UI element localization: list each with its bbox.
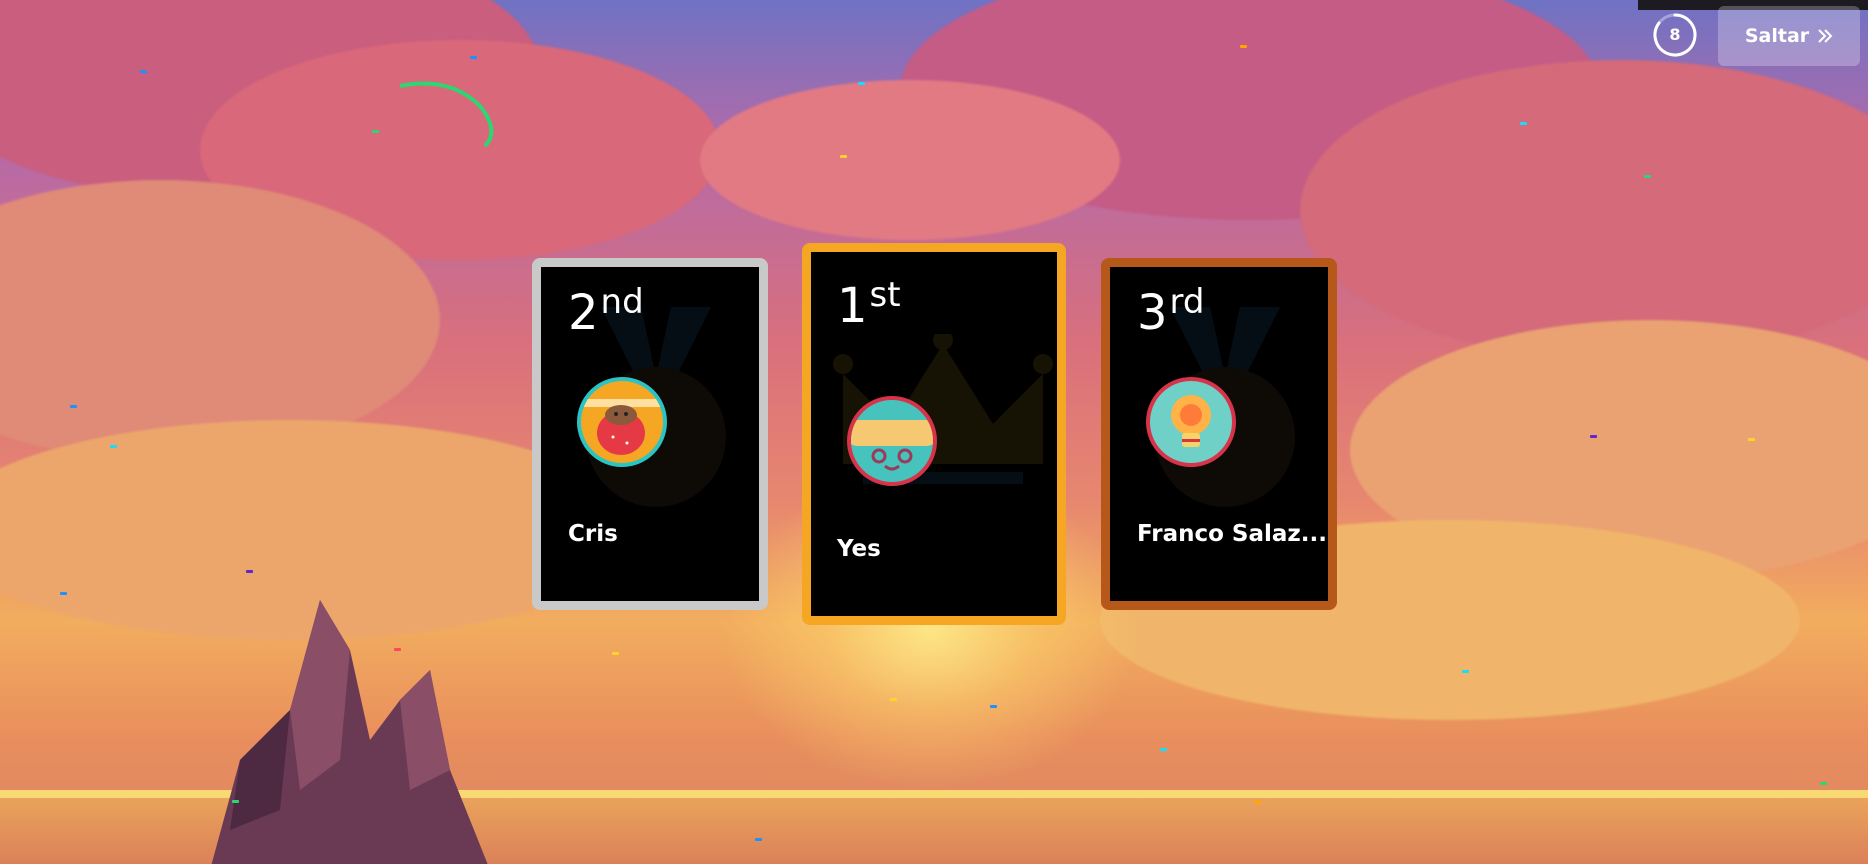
confetti-piece: [1160, 748, 1167, 751]
player-name: Franco Salaz...: [1137, 521, 1328, 547]
rank-number: 2: [568, 285, 599, 341]
lightbulb-avatar-icon: [1171, 395, 1211, 447]
confetti-piece: [470, 56, 477, 59]
confetti-piece: [840, 155, 847, 158]
confetti-piece: [140, 70, 147, 73]
confetti-piece: [1520, 122, 1527, 125]
bandage-face-avatar: [847, 396, 937, 486]
skip-button[interactable]: Saltar: [1718, 6, 1860, 66]
confetti-piece: [394, 648, 401, 651]
countdown-timer: 8: [1651, 11, 1699, 59]
confetti-piece: [1462, 670, 1469, 673]
player-name: Yes: [837, 536, 881, 562]
confetti-piece: [990, 705, 997, 708]
skip-button-label: Saltar: [1744, 25, 1810, 47]
confetti-piece: [70, 405, 77, 408]
rank-number: 3: [1137, 285, 1168, 341]
confetti-piece: [246, 570, 253, 573]
podium-card-second: 2nd Cris: [532, 258, 768, 610]
confetti-piece: [60, 592, 67, 595]
cloud-shape: [700, 80, 1120, 240]
confetti-piece: [232, 800, 239, 803]
confetti-piece: [372, 130, 379, 133]
confetti-piece: [110, 445, 117, 448]
rank-suffix: rd: [1169, 282, 1205, 322]
sloth-strawberry-avatar: [577, 377, 667, 467]
confetti-piece: [1254, 800, 1261, 803]
rank-suffix: nd: [600, 282, 644, 322]
confetti-piece: [1820, 782, 1827, 785]
rock-formation: [211, 600, 488, 864]
player-name: Cris: [568, 521, 618, 547]
confetti-piece: [755, 838, 762, 841]
podium-card-first: 1st Yes: [802, 243, 1066, 625]
confetti-piece: [1644, 175, 1651, 178]
swirl-confetti: [399, 81, 494, 148]
confetti-piece: [1590, 435, 1597, 438]
rank-label: 2nd: [568, 285, 644, 337]
double-chevron-right-icon: [1818, 29, 1833, 43]
sloth-avatar-icon: [581, 399, 663, 455]
bandage-avatar-icon: [851, 420, 933, 471]
confetti-piece: [1748, 438, 1755, 441]
confetti-piece: [858, 82, 865, 85]
timer-value: 8: [1669, 25, 1681, 44]
confetti-piece: [890, 698, 897, 701]
confetti-piece: [1240, 45, 1247, 48]
rank-number: 1: [837, 278, 868, 334]
rank-suffix: st: [869, 275, 901, 315]
rank-label: 1st: [837, 278, 901, 330]
podium-card-third: 3rd Franco Salaz...: [1101, 258, 1337, 610]
lightbulb-avatar: [1146, 377, 1236, 467]
rank-label: 3rd: [1137, 285, 1205, 337]
confetti-piece: [612, 652, 619, 655]
